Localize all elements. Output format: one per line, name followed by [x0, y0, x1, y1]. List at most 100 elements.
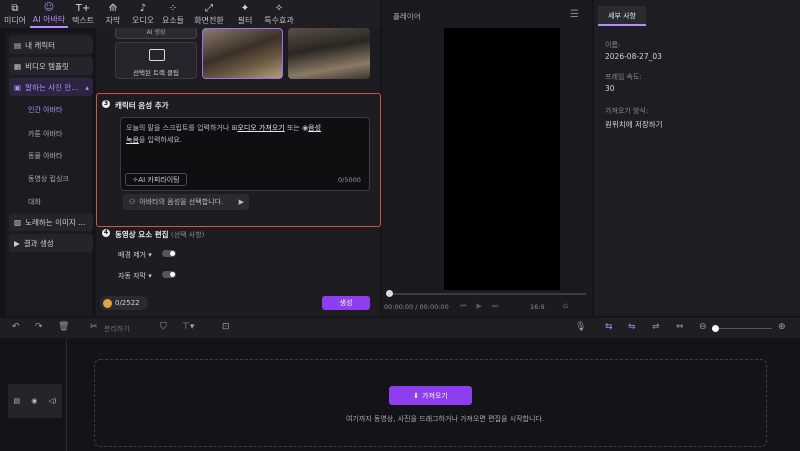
- media-icon: ⧉: [11, 2, 19, 14]
- playhead-handle[interactable]: [386, 290, 393, 297]
- step-number: 3: [102, 100, 110, 108]
- music-icon: ♪: [139, 2, 147, 14]
- avatar-thumbnail[interactable]: [288, 28, 370, 79]
- import-method-label: 가져오기 방식:: [605, 107, 649, 115]
- player-title: 플레이어: [393, 12, 421, 21]
- sidebar-item-results[interactable]: ▶ 결과 생성: [9, 234, 93, 252]
- text-tool-icon[interactable]: ⊤▾: [182, 322, 194, 332]
- zoom-slider[interactable]: [716, 328, 772, 329]
- zoom-in-icon[interactable]: ⊕: [778, 322, 786, 332]
- subitem-cartoon-avatar[interactable]: 카툰 아바타: [28, 129, 62, 139]
- track-header: ▤ ◉ ◁): [8, 384, 62, 418]
- effects-icon: ✧: [274, 2, 284, 14]
- photo-icon: ▣: [14, 82, 22, 92]
- tab-media[interactable]: ⧉ 미디어: [0, 0, 30, 28]
- template-icon: ▦: [14, 61, 22, 71]
- camera-icon[interactable]: ⌂: [563, 301, 568, 310]
- filter-icon: ✦: [240, 2, 250, 14]
- fps-label: 프레임 속도:: [605, 73, 642, 81]
- sidebar-item-singing-image[interactable]: ▨ 노래하는 이미지 ...: [9, 213, 93, 231]
- coin-icon: [103, 298, 112, 308]
- progress-track[interactable]: [388, 293, 586, 295]
- sidebar-item-my-characters[interactable]: ▤ 내 캐릭터: [9, 36, 93, 54]
- avatar-thumbnail-selected[interactable]: [202, 28, 283, 79]
- selected-clip-card[interactable]: 선택된 트랙 클립: [115, 42, 197, 79]
- record-voice-link[interactable]: ◉음성: [302, 124, 321, 132]
- tab-filter[interactable]: ✦ 필터: [230, 0, 260, 28]
- import-method-value: 원위치에 저장하기: [605, 120, 663, 129]
- zoom-out-icon[interactable]: ⊖: [699, 322, 707, 332]
- link-icon[interactable]: ⇆: [605, 322, 613, 332]
- caret-right-icon: ▶: [238, 198, 244, 206]
- video-preview: [444, 28, 560, 290]
- import-button[interactable]: ⬇ 가져오기: [389, 386, 472, 405]
- redo-icon[interactable]: ↷: [35, 322, 43, 332]
- subitem-video-lipsync[interactable]: 동영상 립싱크: [28, 174, 69, 184]
- details-panel: [594, 0, 800, 316]
- aspect-ratio[interactable]: 16:9: [530, 303, 545, 311]
- avatar-icon: ☺: [43, 1, 55, 13]
- sidebar-item-talking-photo[interactable]: ▣ 말하는 사진 만... ▴: [9, 78, 93, 96]
- credits-badge: 0/2522: [100, 296, 148, 310]
- scissors-icon[interactable]: ✂: [90, 322, 98, 332]
- tab-audio[interactable]: ♪ 오디오: [128, 0, 158, 28]
- char-count: 0/5000: [338, 176, 361, 184]
- zoom-handle[interactable]: [712, 325, 719, 332]
- subitem-animal-avatar[interactable]: 동물 아바타: [28, 151, 62, 161]
- track-type-icon[interactable]: ▤: [14, 397, 21, 405]
- drop-hint: 여기까지 동영상, 사진을 드래그하거나 가져오면 편집을 시작합니다.: [345, 415, 545, 423]
- eye-icon[interactable]: ◉: [31, 397, 37, 405]
- tab-transitions[interactable]: ⤢ 화면전환: [188, 0, 230, 28]
- sidebar-item-video-templates[interactable]: ▦ 비디오 템플릿: [9, 57, 93, 75]
- text-icon: T+: [75, 2, 91, 14]
- tab-ai-avatar[interactable]: ☺ AI 아바타: [30, 0, 68, 28]
- play-icon[interactable]: ▶: [476, 302, 491, 310]
- split-label[interactable]: 분리하기: [104, 324, 130, 334]
- generate-button[interactable]: 생성: [322, 296, 370, 310]
- voice-select-button[interactable]: ⚇ 아바타의 음성을 선택합니다. ▶: [123, 194, 249, 210]
- subitem-conversation[interactable]: 대화: [28, 197, 41, 207]
- player-time: 00:00:00 / 00:00:00: [384, 303, 449, 311]
- top-toolbar: ⧉ 미디어 ☺ AI 아바타 T+ 텍스트 ⟰ 자막 ♪ 오디오 ⁘ 요소들 ⤢ 화면전환 ✦…: [0, 0, 380, 28]
- speaker-icon[interactable]: ◁): [48, 397, 56, 405]
- tab-text[interactable]: T+ 텍스트: [68, 0, 98, 28]
- delete-icon[interactable]: 🗑: [58, 322, 69, 332]
- transition-icon: ⤢: [205, 2, 213, 14]
- clip-icon: [149, 49, 165, 61]
- elements-icon: ⁘: [168, 2, 178, 14]
- ai-copywriting-button[interactable]: ✧ AI 카피라이팅: [125, 173, 187, 186]
- auto-caption-label: 자동 자막 ▾: [118, 272, 152, 280]
- subitem-human-avatar[interactable]: 인간 아바타: [28, 105, 62, 115]
- record-voice-link-cont[interactable]: 녹음: [126, 136, 139, 144]
- shield-icon[interactable]: ⛉: [160, 322, 167, 332]
- tab-details[interactable]: 세부 사항: [598, 6, 646, 26]
- play-folder-icon: ▶: [14, 238, 20, 248]
- ai-generate-card[interactable]: AI 생성: [115, 28, 197, 39]
- name-label: 이름:: [605, 41, 621, 49]
- auto-caption-toggle[interactable]: [162, 271, 176, 278]
- image-icon: ▨: [14, 217, 22, 227]
- microphone-icon[interactable]: 🎙: [575, 322, 586, 332]
- tab-elements[interactable]: ⁘ 요소들: [158, 0, 188, 28]
- subtitle-icon: ⟰: [108, 2, 118, 14]
- bg-remove-label: 배경 제거 ▾: [118, 251, 152, 259]
- undo-icon[interactable]: ↶: [12, 322, 20, 332]
- import-audio-link[interactable]: ⊞오디오 가져오기: [232, 124, 285, 132]
- step-title: 동영상 요소 편집 (선택 사항): [115, 230, 205, 239]
- bg-remove-toggle[interactable]: [162, 250, 176, 257]
- chevron-up-icon: ▴: [85, 82, 89, 92]
- menu-icon[interactable]: ☰: [570, 9, 579, 20]
- folder-icon: ▤: [14, 40, 22, 50]
- prev-frame-icon[interactable]: ⏮: [460, 302, 476, 310]
- fit-icon[interactable]: ⇔: [676, 322, 684, 332]
- chevron-down-icon: ▾: [148, 272, 152, 280]
- person-icon: ⚇: [129, 198, 136, 206]
- magnet-icon[interactable]: ⇋: [628, 322, 636, 332]
- next-frame-icon[interactable]: ⏭: [492, 302, 508, 310]
- clip-link-icon[interactable]: ⇌: [652, 322, 660, 332]
- tab-subtitle[interactable]: ⟰ 자막: [98, 0, 128, 28]
- tab-effects[interactable]: ✧ 특수효과: [260, 0, 298, 28]
- playback-controls[interactable]: ⏮▶⏭: [460, 302, 508, 311]
- step-number: 4: [102, 229, 110, 237]
- crop-icon[interactable]: ⊡: [222, 322, 230, 332]
